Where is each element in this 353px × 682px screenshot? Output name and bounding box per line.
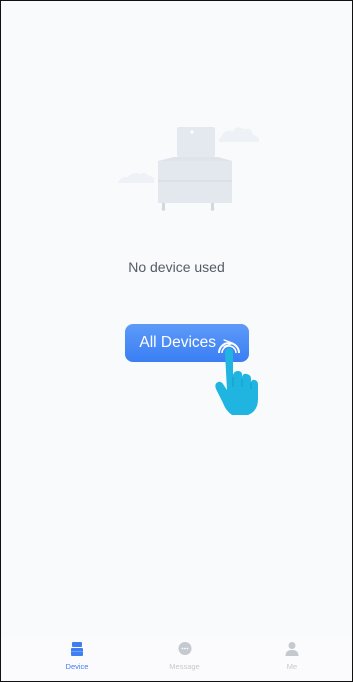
tab-message[interactable]: Message <box>157 637 213 681</box>
person-icon <box>285 642 299 656</box>
message-icon <box>178 642 191 655</box>
app-screen: No device used All Devices > Device Mess… <box>0 0 353 682</box>
tab-device[interactable]: Device <box>49 637 105 681</box>
device-icon <box>71 642 83 656</box>
tab-device-label: Device <box>65 662 89 671</box>
tab-me[interactable]: Me <box>264 637 320 681</box>
empty-devices-illustration <box>118 127 259 211</box>
pointing-hand-icon <box>215 342 258 415</box>
tab-me-label: Me <box>286 662 298 671</box>
bottom-tab-bar: Device Message Me <box>1 637 352 681</box>
tab-message-label: Message <box>169 662 200 671</box>
all-devices-label: All Devices <box>139 334 217 351</box>
empty-state-message: No device used <box>128 259 225 275</box>
